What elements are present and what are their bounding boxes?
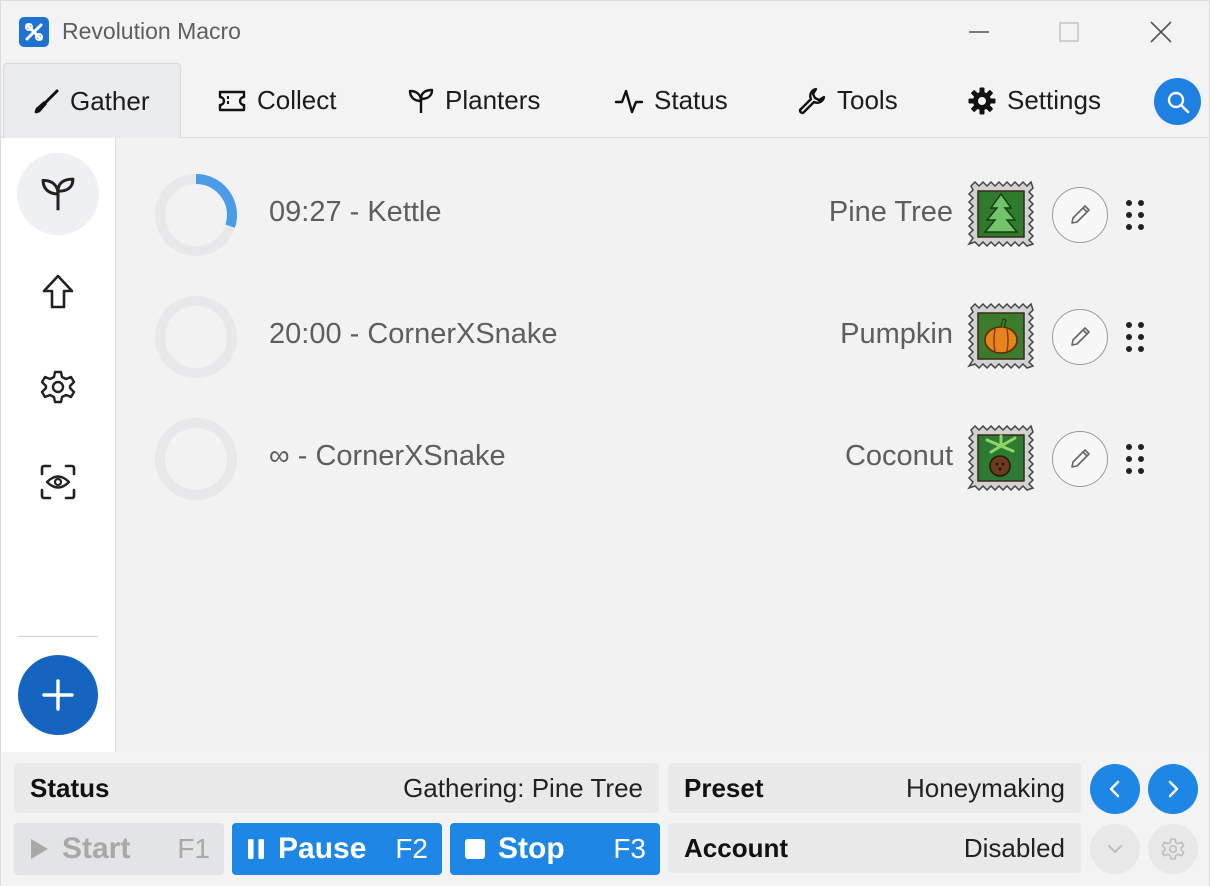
drag-handle-icon[interactable] bbox=[1123, 320, 1147, 354]
close-icon bbox=[1150, 21, 1172, 43]
tab-label: Collect bbox=[257, 85, 337, 115]
arrow-up-icon bbox=[42, 274, 74, 309]
sidebar bbox=[1, 138, 116, 752]
gather-item-label: 20:00 - CornerXSnake bbox=[269, 318, 558, 350]
pause-button[interactable]: Pause F2 bbox=[232, 823, 442, 875]
sidebar-item-boost[interactable] bbox=[17, 251, 99, 333]
account-value: Disabled bbox=[963, 832, 1065, 863]
app-window: Revolution Macro Gather Collect Planters… bbox=[0, 0, 1210, 886]
maximize-button[interactable] bbox=[1039, 11, 1099, 53]
sprout-icon bbox=[41, 177, 75, 211]
start-hotkey: F1 bbox=[177, 833, 210, 864]
tab-label: Tools bbox=[837, 85, 898, 115]
shovel-icon bbox=[34, 89, 59, 113]
sidebar-divider bbox=[18, 636, 98, 637]
edit-button[interactable] bbox=[1052, 187, 1108, 243]
gather-list-item[interactable]: 09:27 - Kettle Pine Tree bbox=[117, 160, 1209, 260]
start-label: Start bbox=[62, 832, 131, 865]
chevron-down-icon bbox=[1108, 845, 1122, 853]
stop-icon bbox=[465, 839, 485, 859]
gather-list-item[interactable]: 20:00 - CornerXSnake Pumpkin bbox=[117, 282, 1209, 382]
window-title: Revolution Macro bbox=[62, 18, 241, 44]
preset-panel[interactable]: Preset Honeymaking bbox=[668, 763, 1081, 813]
search-button[interactable] bbox=[1154, 78, 1201, 125]
account-settings-button[interactable] bbox=[1148, 824, 1198, 874]
tab-bar: Gather Collect Planters Status Tools Set… bbox=[1, 63, 1209, 139]
wrench-icon bbox=[798, 87, 826, 114]
stop-label: Stop bbox=[498, 832, 565, 865]
gather-list: 09:27 - Kettle Pine Tree 20:00 - CornerX… bbox=[117, 138, 1209, 752]
sidebar-item-vision[interactable] bbox=[17, 441, 99, 523]
sidebar-item-gather-fields[interactable] bbox=[17, 153, 99, 235]
pumpkin-stamp-icon bbox=[967, 302, 1035, 370]
stop-hotkey: F3 bbox=[613, 833, 646, 864]
stop-button[interactable]: Stop F3 bbox=[450, 823, 660, 875]
account-panel: Account Disabled bbox=[668, 823, 1081, 873]
field-name: Pine Tree bbox=[828, 196, 953, 228]
gear-icon bbox=[1161, 838, 1185, 860]
field-name: Coconut bbox=[844, 440, 953, 472]
minimize-button[interactable] bbox=[949, 11, 1009, 53]
status-value: Gathering: Pine Tree bbox=[403, 772, 643, 803]
tab-planters[interactable]: Planters bbox=[407, 63, 540, 138]
ticket-icon bbox=[218, 90, 246, 111]
pine-tree-stamp-icon bbox=[967, 180, 1035, 248]
preset-next-button[interactable] bbox=[1148, 764, 1198, 814]
gather-item-label: ∞ - CornerXSnake bbox=[269, 440, 506, 472]
pause-hotkey: F2 bbox=[395, 833, 428, 864]
tab-collect[interactable]: Collect bbox=[217, 63, 336, 138]
tab-gather[interactable]: Gather bbox=[3, 63, 181, 139]
gear-icon bbox=[968, 87, 996, 114]
chevron-left-icon bbox=[1109, 780, 1120, 798]
pulse-icon bbox=[614, 89, 644, 113]
account-label: Account bbox=[684, 832, 788, 863]
tab-status[interactable]: Status bbox=[614, 63, 728, 138]
status-panel: Status Gathering: Pine Tree bbox=[14, 763, 659, 813]
tab-tools[interactable]: Tools bbox=[797, 63, 898, 138]
pencil-icon bbox=[1071, 449, 1090, 468]
status-area: Status Gathering: Pine Tree Preset Honey… bbox=[1, 752, 1209, 886]
add-gather-button[interactable] bbox=[18, 655, 98, 735]
pencil-icon bbox=[1071, 327, 1090, 346]
gather-list-item[interactable]: ∞ - CornerXSnake Coconut bbox=[117, 404, 1209, 504]
timer-progress-ring bbox=[155, 418, 237, 500]
pause-icon bbox=[248, 839, 264, 859]
plus-icon bbox=[42, 679, 74, 711]
edit-button[interactable] bbox=[1052, 431, 1108, 487]
play-icon bbox=[31, 839, 48, 859]
timer-progress-ring bbox=[155, 296, 237, 378]
tab-label: Gather bbox=[70, 86, 150, 116]
chevron-right-icon bbox=[1168, 780, 1179, 798]
status-label: Status bbox=[30, 772, 110, 803]
tab-settings[interactable]: Settings bbox=[967, 63, 1101, 138]
revolution-logo-icon bbox=[19, 17, 49, 47]
drag-handle-icon[interactable] bbox=[1123, 442, 1147, 476]
coconut-stamp-icon bbox=[967, 424, 1035, 492]
start-button[interactable]: Start F1 bbox=[14, 823, 224, 875]
timer-progress-ring bbox=[155, 174, 237, 256]
tab-label: Status bbox=[654, 85, 728, 115]
drag-handle-icon[interactable] bbox=[1123, 198, 1147, 232]
title-bar: Revolution Macro bbox=[1, 1, 1209, 63]
pause-label: Pause bbox=[278, 832, 367, 865]
eye-scan-icon bbox=[40, 464, 76, 500]
maximize-icon bbox=[1059, 22, 1079, 42]
sprout-icon bbox=[408, 88, 434, 113]
gather-item-label: 09:27 - Kettle bbox=[269, 196, 442, 228]
field-name: Pumpkin bbox=[840, 318, 953, 350]
account-dropdown-button[interactable] bbox=[1090, 824, 1140, 874]
search-icon bbox=[1167, 91, 1189, 113]
preset-prev-button[interactable] bbox=[1090, 764, 1140, 814]
preset-label: Preset bbox=[684, 772, 764, 803]
sidebar-item-settings[interactable] bbox=[17, 346, 99, 428]
tab-label: Settings bbox=[1007, 85, 1101, 115]
edit-button[interactable] bbox=[1052, 309, 1108, 365]
close-button[interactable] bbox=[1131, 11, 1191, 53]
preset-value: Honeymaking bbox=[906, 772, 1065, 803]
tab-label: Planters bbox=[445, 85, 541, 115]
pencil-icon bbox=[1071, 205, 1090, 224]
gear-icon bbox=[40, 370, 76, 404]
minimize-icon bbox=[969, 31, 989, 33]
